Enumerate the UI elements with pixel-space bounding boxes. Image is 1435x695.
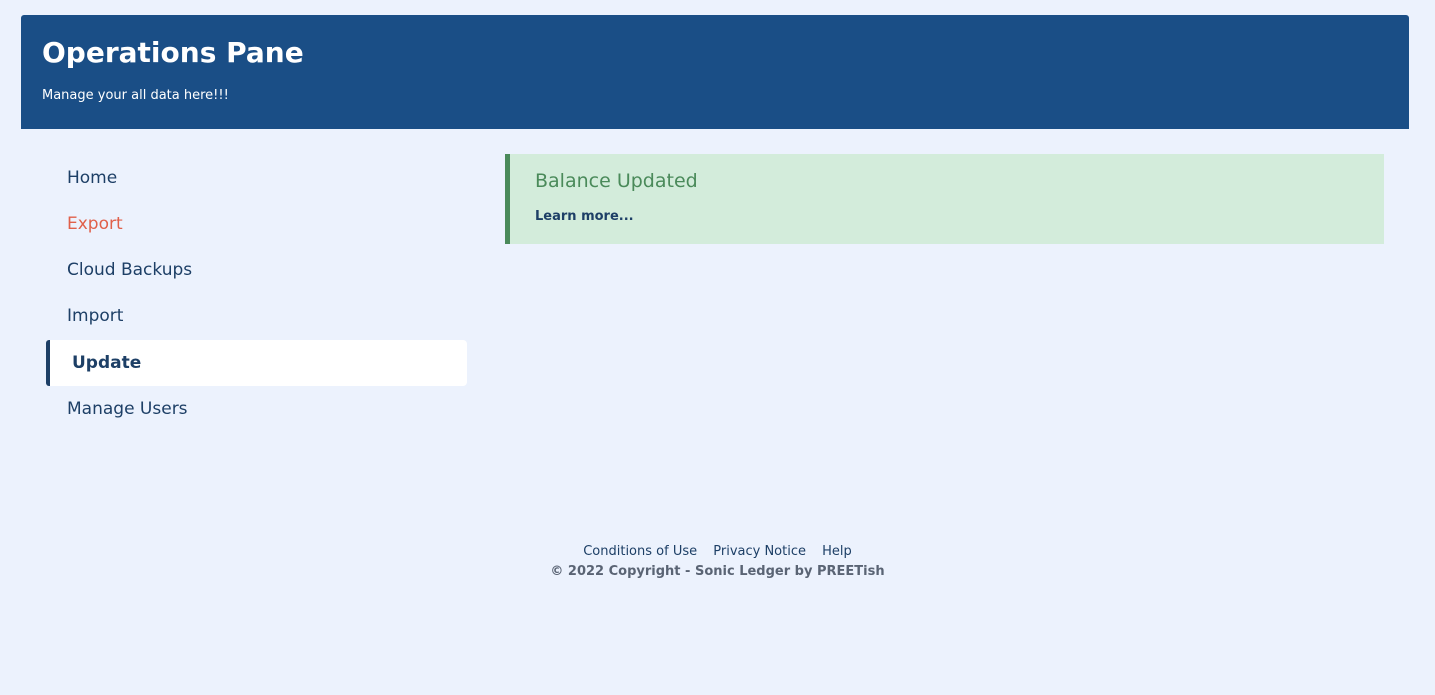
learn-more-link[interactable]: Learn more... <box>535 209 634 224</box>
footer-link-help[interactable]: Help <box>822 544 852 559</box>
page-title: Operations Pane <box>42 36 304 69</box>
header-banner: Operations Pane Manage your all data her… <box>21 15 1409 129</box>
footer-link-conditions[interactable]: Conditions of Use <box>583 544 697 559</box>
sidebar-item-export[interactable]: Export <box>46 201 467 247</box>
sidebar-item-home[interactable]: Home <box>46 155 467 201</box>
footer: Conditions of Use Privacy Notice Help © … <box>0 542 1435 582</box>
success-alert: Balance Updated Learn more... <box>505 154 1384 244</box>
alert-title: Balance Updated <box>535 170 698 192</box>
sidebar-item-manage-users[interactable]: Manage Users <box>46 386 467 432</box>
footer-links: Conditions of Use Privacy Notice Help <box>0 542 1435 562</box>
sidebar-item-cloud-backups[interactable]: Cloud Backups <box>46 247 467 293</box>
copyright-text: © 2022 Copyright - Sonic Ledger by PREET… <box>550 564 885 579</box>
sidebar-item-import[interactable]: Import <box>46 293 467 339</box>
page-subtitle: Manage your all data here!!! <box>42 88 229 103</box>
sidebar-nav: Home Export Cloud Backups Import Update … <box>46 155 467 432</box>
footer-link-privacy[interactable]: Privacy Notice <box>713 544 806 559</box>
page: Operations Pane Manage your all data her… <box>0 0 1435 695</box>
sidebar-item-update[interactable]: Update <box>46 340 467 386</box>
